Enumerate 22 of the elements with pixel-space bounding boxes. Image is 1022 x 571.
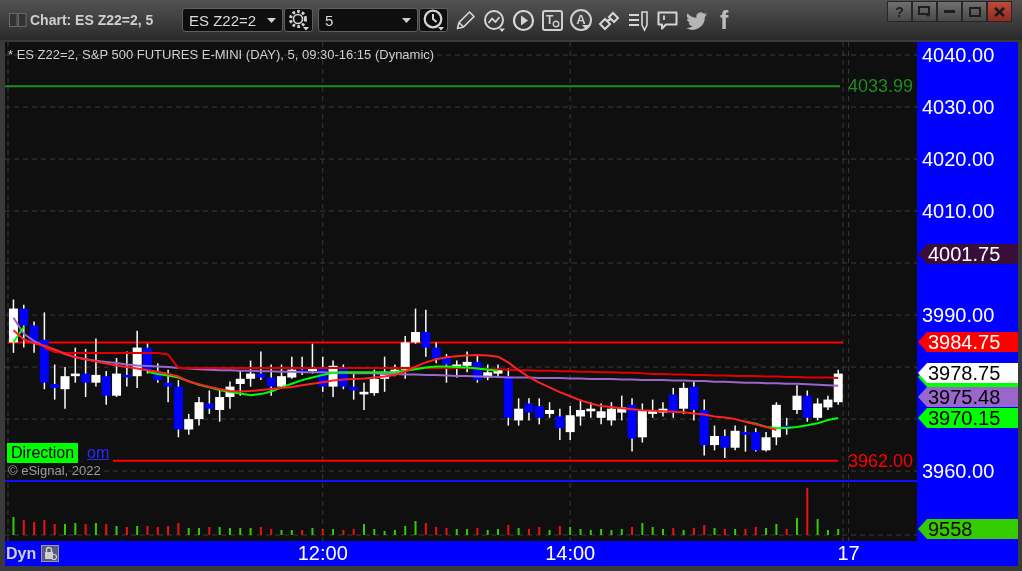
- price-label: 3960.00: [922, 460, 995, 483]
- level-label: 4033.99: [848, 76, 914, 97]
- price-tag: 3970.15: [918, 408, 1018, 428]
- window-title: Chart: ES Z22=2, 5: [30, 12, 154, 28]
- price-label: 4010.00: [922, 200, 995, 223]
- price-tag: 3978.75: [918, 363, 1018, 383]
- time-label: 14:00: [545, 542, 596, 565]
- chart-mode-label: Dyn: [6, 544, 37, 563]
- price-label: 4020.00: [922, 148, 995, 171]
- copyright-text: © eSignal, 2022: [8, 463, 101, 478]
- study-label: Direction: [7, 443, 79, 463]
- price-tag: 3975.48: [918, 387, 1018, 407]
- level-label: 3962.00: [848, 450, 914, 471]
- price-tag: 4001.75: [918, 244, 1018, 264]
- volume-tag: 9558: [918, 519, 1018, 539]
- chart-header: * ES Z22=2, S&P 500 FUTURES E-MINI (DAY), 5, 09:30-16:15 (Dynamic): [8, 48, 435, 62]
- price-tag: 3984.75: [918, 332, 1018, 352]
- price-label: 4040.00: [922, 44, 995, 66]
- price-label: 4030.00: [922, 96, 995, 118]
- price-label: 3990.00: [922, 304, 995, 327]
- date-label: 17: [837, 542, 860, 565]
- time-label: 12:00: [297, 542, 348, 565]
